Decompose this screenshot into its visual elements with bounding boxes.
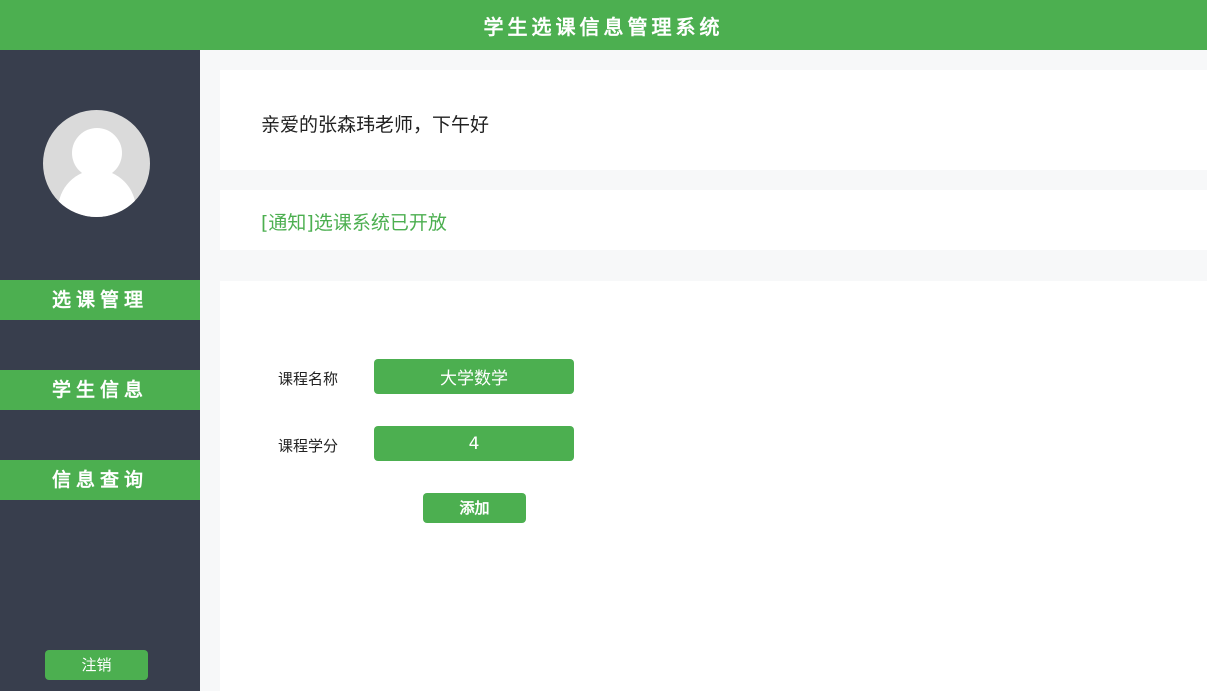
course-name-label: 课程名称 xyxy=(278,370,339,388)
sidebar-item-label: 选课管理 xyxy=(51,289,148,311)
sidebar-item-course-management[interactable]: 选课管理 xyxy=(0,280,200,320)
sidebar: 选课管理 学生信息 信息查询 注销 xyxy=(0,50,200,691)
logout-label: 注销 xyxy=(81,656,112,674)
course-name-input[interactable] xyxy=(374,359,574,394)
greeting-text: 亲爱的张森玮老师，下午好 xyxy=(261,114,490,136)
greeting-card: 亲爱的张森玮老师，下午好 xyxy=(220,70,1207,170)
course-credit-input[interactable] xyxy=(374,426,574,461)
notice-card: [通知]选课系统已开放 xyxy=(220,190,1207,250)
sidebar-item-student-info[interactable]: 学生信息 xyxy=(0,370,200,410)
sidebar-item-label: 学生信息 xyxy=(51,379,148,401)
add-course-button[interactable]: 添加 xyxy=(423,493,526,523)
add-course-button-label: 添加 xyxy=(459,499,490,517)
app-header: 学生选课信息管理系统 xyxy=(0,0,1207,50)
notice-link[interactable]: [通知]选课系统已开放 xyxy=(261,208,447,235)
app-title: 学生选课信息管理系统 xyxy=(483,15,724,39)
avatar-body-shape xyxy=(58,170,136,217)
sidebar-item-label: 信息查询 xyxy=(51,469,148,491)
add-course-form: 课程名称 课程学分 添加 xyxy=(220,281,1207,691)
logout-button[interactable]: 注销 xyxy=(45,650,148,680)
course-credit-label: 课程学分 xyxy=(278,437,339,455)
user-avatar-icon xyxy=(43,110,150,217)
sidebar-item-info-query[interactable]: 信息查询 xyxy=(0,460,200,500)
